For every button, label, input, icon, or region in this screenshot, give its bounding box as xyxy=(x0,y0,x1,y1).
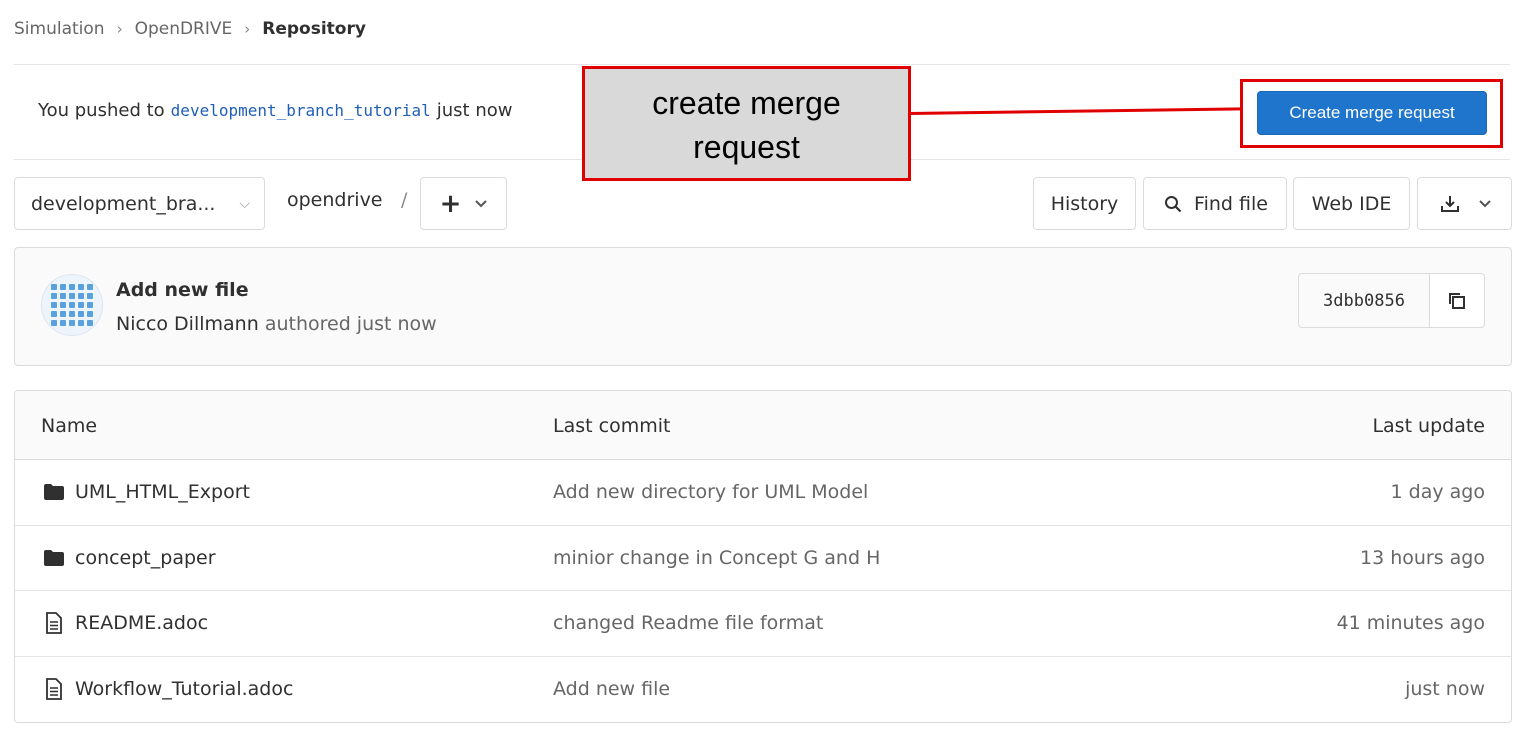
document-icon xyxy=(43,677,65,700)
folder-icon xyxy=(43,547,65,569)
breadcrumb-opendrive[interactable]: OpenDRIVE xyxy=(135,19,233,39)
breadcrumb: Simulation › OpenDRIVE › Repository xyxy=(14,17,366,41)
file-name-link[interactable]: Workflow_Tutorial.adoc xyxy=(43,678,293,700)
last-update: 13 hours ago xyxy=(1359,546,1485,569)
avatar[interactable] xyxy=(41,274,103,336)
file-name-link[interactable]: UML_HTML_Export xyxy=(43,481,250,503)
chevron-down-icon: ⌵ xyxy=(239,195,250,212)
document-icon xyxy=(43,612,65,634)
table-row[interactable]: README.adoc changed Readme file format 4… xyxy=(15,591,1511,657)
plus-icon: + xyxy=(439,188,462,219)
push-prefix: You pushed to xyxy=(38,100,165,121)
download-dropdown[interactable] xyxy=(1417,177,1512,230)
commit-title-link[interactable]: Add new file xyxy=(116,279,249,301)
table-row[interactable]: UML_HTML_Export Add new directory for UM… xyxy=(15,460,1511,526)
copy-icon xyxy=(1446,290,1468,312)
commit-meta: Nicco Dillmann authored just now xyxy=(116,313,437,335)
table-header: Name Last commit Last update xyxy=(15,391,1511,460)
folder-icon xyxy=(43,481,65,503)
branch-selector[interactable]: development_bra... ⌵ xyxy=(14,177,265,230)
last-update: 41 minutes ago xyxy=(1336,612,1486,634)
search-icon xyxy=(1162,193,1184,215)
commit-message-link[interactable]: Add new file xyxy=(553,678,670,700)
file-tree-table: Name Last commit Last update UML_HTML_Ex… xyxy=(14,390,1512,723)
push-suffix: just now xyxy=(436,100,513,121)
file-name: concept_paper xyxy=(75,546,216,569)
column-header-name: Name xyxy=(41,415,98,437)
annotation-connector-line xyxy=(908,107,1242,115)
path-separator: / xyxy=(401,189,408,211)
breadcrumb-repository[interactable]: Repository xyxy=(262,19,366,39)
web-ide-label: Web IDE xyxy=(1311,192,1392,215)
find-file-label: Find file xyxy=(1194,192,1268,215)
last-update: 1 day ago xyxy=(1390,481,1485,503)
chevron-right-icon: › xyxy=(116,20,123,38)
create-merge-request-button[interactable]: Create merge request xyxy=(1257,91,1487,135)
divider xyxy=(14,64,1510,65)
file-name: README.adoc xyxy=(75,612,209,634)
last-commit-panel: Add new file Nicco Dillmann authored jus… xyxy=(14,247,1512,366)
column-header-last-commit: Last commit xyxy=(553,415,671,437)
table-row[interactable]: concept_paper minior change in Concept G… xyxy=(15,526,1511,591)
breadcrumb-simulation[interactable]: Simulation xyxy=(14,19,105,39)
table-row[interactable]: Workflow_Tutorial.adoc Add new file just… xyxy=(15,657,1511,723)
history-button[interactable]: History xyxy=(1033,177,1136,230)
commit-message-link[interactable]: minior change in Concept G and H xyxy=(553,547,880,569)
push-banner-message: You pushed to development_branch_tutoria… xyxy=(38,100,512,121)
file-name: Workflow_Tutorial.adoc xyxy=(75,677,294,700)
commit-sha[interactable]: 3dbb0856 xyxy=(1299,274,1430,327)
annotation-text-line1: create merge xyxy=(652,85,841,121)
commit-sha-group: 3dbb0856 xyxy=(1298,273,1485,328)
commit-message-link[interactable]: changed Readme file format xyxy=(553,612,823,634)
chevron-down-icon xyxy=(475,196,488,212)
commit-message-link[interactable]: Add new directory for UML Model xyxy=(553,481,868,503)
last-update: just now xyxy=(1405,677,1485,700)
download-icon xyxy=(1439,193,1461,215)
pushed-branch-link[interactable]: development_branch_tutorial xyxy=(171,101,431,120)
file-name: UML_HTML_Export xyxy=(75,481,250,503)
find-file-button[interactable]: Find file xyxy=(1143,177,1287,230)
commit-author-link[interactable]: Nicco Dillmann xyxy=(116,313,259,335)
commit-time: authored just now xyxy=(264,313,437,335)
file-name-link[interactable]: concept_paper xyxy=(43,547,216,569)
chevron-down-icon xyxy=(1478,196,1491,212)
add-to-tree-dropdown[interactable]: + xyxy=(420,177,507,230)
annotation-text-line2: request xyxy=(693,129,800,165)
chevron-right-icon: › xyxy=(244,20,251,38)
file-name-link[interactable]: README.adoc xyxy=(43,612,208,634)
branch-selector-label: development_bra... xyxy=(31,192,216,215)
history-label: History xyxy=(1050,192,1119,215)
path-root-link[interactable]: opendrive xyxy=(287,189,383,211)
column-header-last-update: Last update xyxy=(1372,415,1485,437)
web-ide-button[interactable]: Web IDE xyxy=(1293,177,1410,230)
annotation-callout: create merge request xyxy=(582,66,911,181)
copy-sha-button[interactable] xyxy=(1430,274,1484,327)
